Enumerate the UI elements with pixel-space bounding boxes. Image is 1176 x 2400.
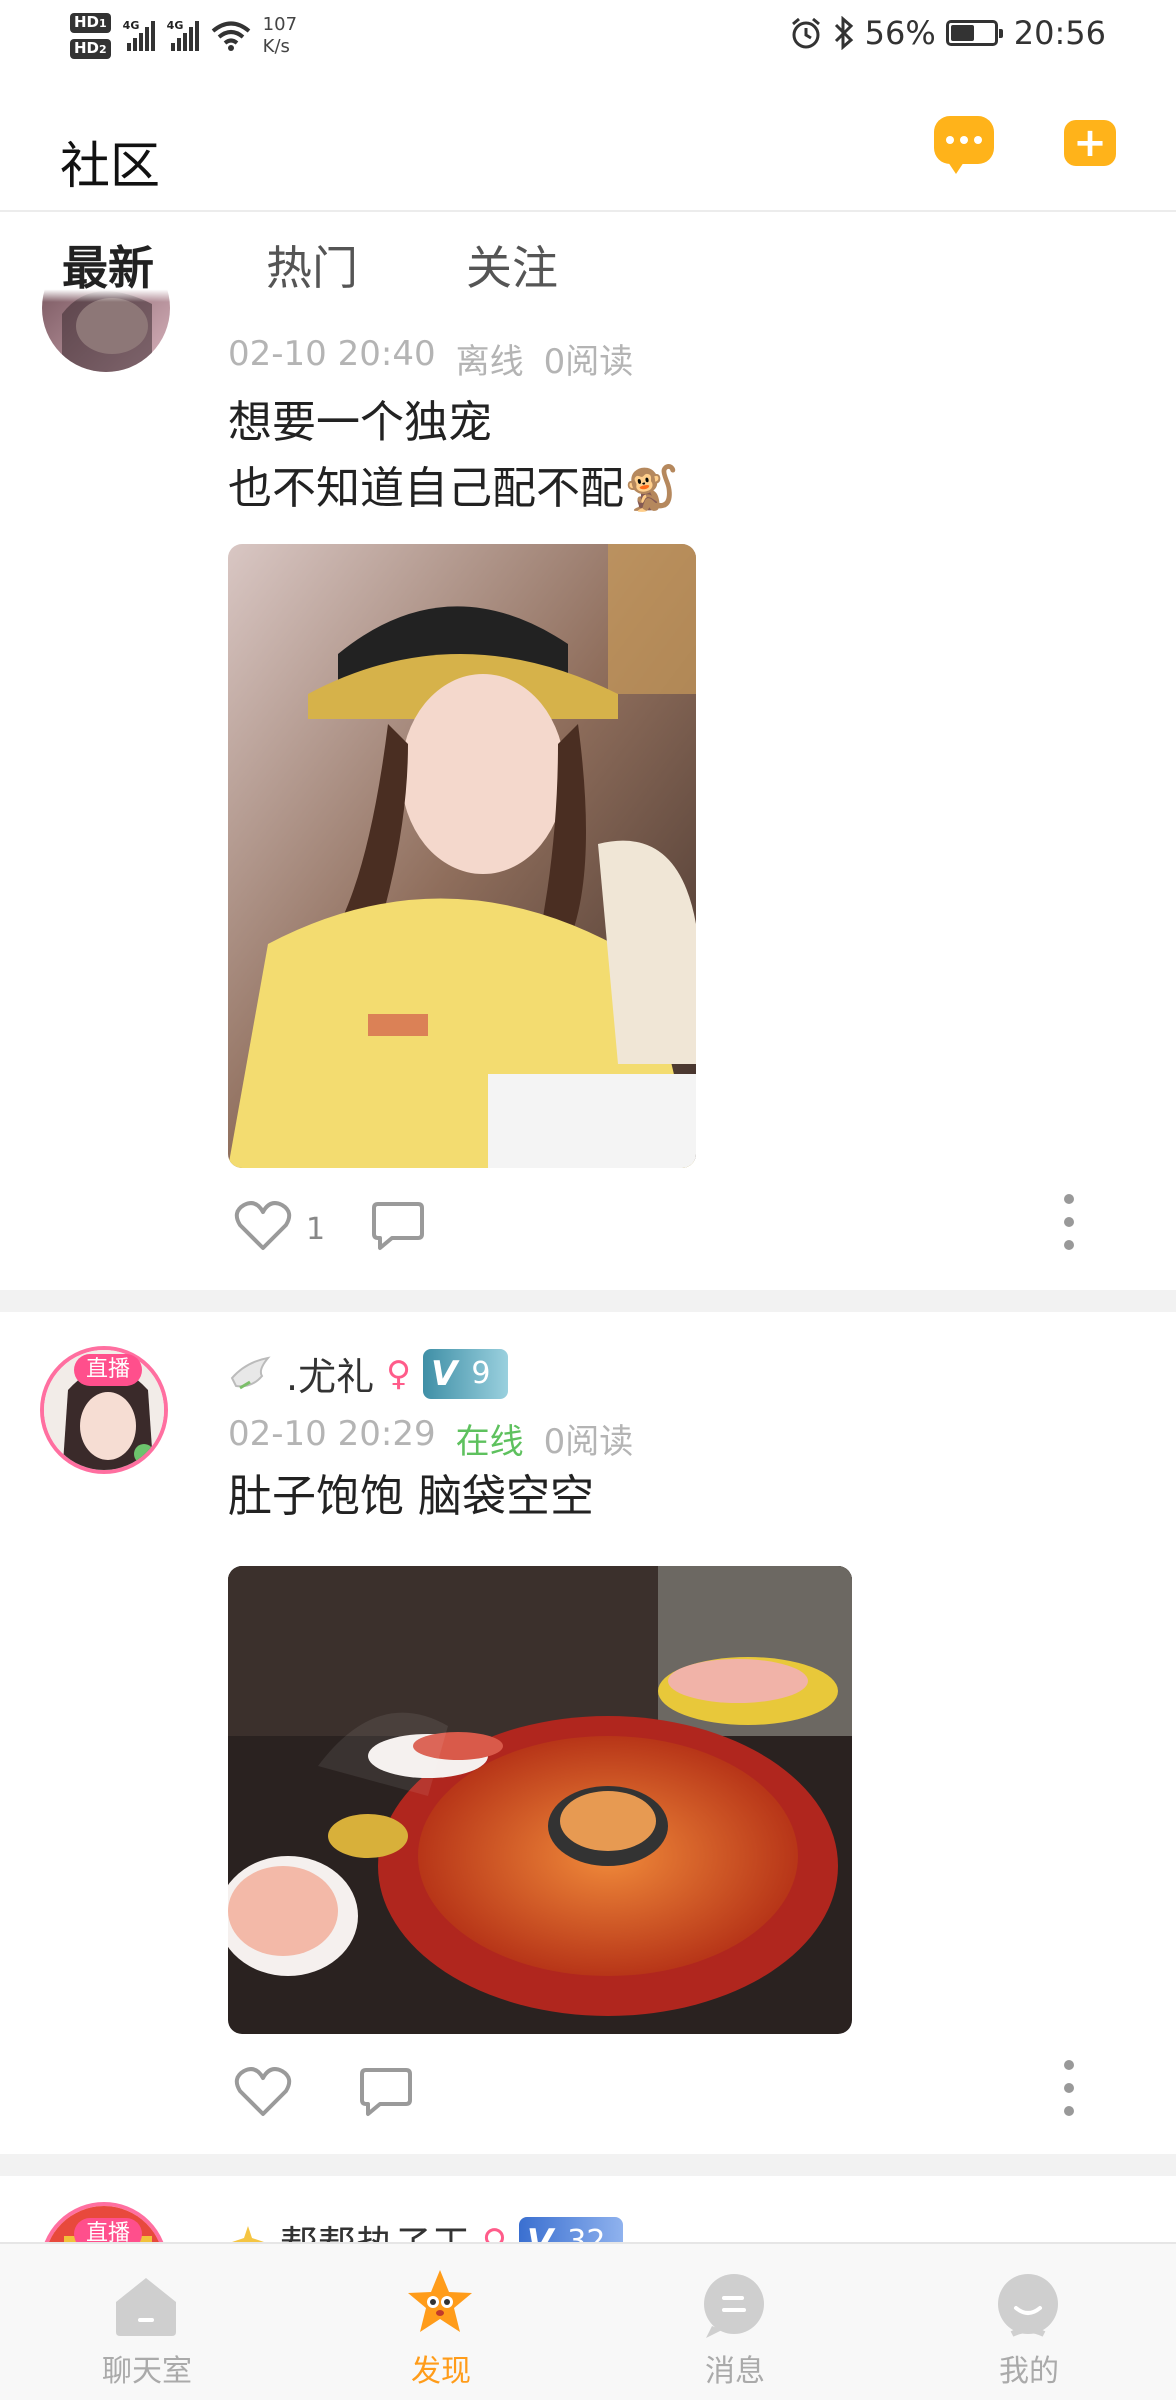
nav-messages[interactable]: 消息 — [588, 2244, 882, 2400]
chat-bubble-icon — [946, 136, 982, 144]
post-text: 想要一个独宠 也不知道自己配不配🐒 — [228, 390, 679, 522]
more-options-icon[interactable] — [1064, 2060, 1074, 2116]
tab-latest[interactable]: 最新 — [62, 232, 154, 298]
user-name[interactable]: .尤礼 — [286, 1346, 374, 1401]
star-face-icon — [408, 2270, 472, 2332]
nav-profile[interactable]: 我的 — [882, 2244, 1176, 2400]
post-photo[interactable] — [228, 1566, 852, 2034]
dove-icon — [230, 1356, 271, 1389]
post-status: 离线 — [455, 342, 524, 382]
nav-label: 发现 — [411, 2354, 471, 2389]
vip-badge: V 32 — [518, 2216, 624, 2243]
post-card: 直播 帮帮热子王 ♀ V 32 — [0, 2176, 1176, 2242]
post-meta: 02-10 20:29 在线 0阅读 — [228, 1414, 633, 1463]
post-meta: 02-10 20:40 离线 0阅读 — [228, 334, 633, 383]
post-actions: 1 — [228, 1194, 1128, 1260]
tab-hot[interactable]: 热门 — [266, 232, 358, 298]
female-icon: ♀ — [482, 2221, 507, 2243]
plus-icon: + — [1073, 120, 1107, 166]
header-divider — [0, 210, 1176, 212]
app-header: 社区 + — [0, 96, 1176, 210]
nav-label: 聊天室 — [102, 2354, 192, 2389]
post-card: 直播 .尤礼 ♀ V 9 02-10 20:29 在线 0阅读 肚子饱饱 脑袋空… — [0, 1312, 1176, 2152]
status-left: HD1 HD2 4G 4G 107 K/s — [70, 8, 297, 64]
nav-label: 我的 — [999, 2354, 1059, 2389]
post-text-line: 也不知道自己配不配🐒 — [228, 463, 679, 514]
alarm-icon — [791, 17, 820, 49]
user-row: 帮帮热子王 ♀ V 32 — [228, 2214, 624, 2243]
post-card: 02-10 20:40 离线 0阅读 想要一个独宠 也不知道自己配不配🐒 1 — [0, 244, 1176, 1288]
post-text: 肚子饱饱 脑袋空空 — [228, 1464, 594, 1530]
network-speed: 107 K/s — [262, 14, 298, 57]
hd1-badge: HD1 — [70, 13, 111, 33]
clock: 20:56 — [1013, 14, 1106, 52]
profile-icon — [998, 2274, 1058, 2337]
comment-icon[interactable] — [370, 1200, 426, 1252]
status-right: 56% 20:56 — [789, 14, 1106, 52]
hd-indicators: HD1 HD2 — [70, 13, 111, 59]
post-status: 在线 — [455, 1422, 524, 1462]
post-actions — [228, 2060, 1128, 2126]
vip-icon: V — [431, 1353, 458, 1394]
status-bar: HD1 HD2 4G 4G 107 K/s 56% 20:56 — [0, 0, 1176, 72]
comment-icon[interactable] — [358, 2066, 414, 2118]
page-title: 社区 — [60, 137, 160, 195]
bottom-nav: 聊天室 发现 消息 我的 — [0, 2242, 1176, 2400]
post-text-line: 想要一个独宠 — [228, 397, 492, 448]
vip-badge: V 9 — [423, 1348, 509, 1399]
heart-icon[interactable] — [234, 1200, 292, 1252]
vip-level: 9 — [471, 1356, 491, 1391]
live-badge: 直播 — [74, 1354, 143, 1386]
nav-discover[interactable]: 发现 — [294, 2244, 588, 2400]
signal-icon-1: 4G — [123, 19, 155, 51]
tab-following[interactable]: 关注 — [466, 232, 558, 298]
like-count: 1 — [306, 1212, 326, 1247]
sparkle-icon — [232, 2225, 264, 2242]
wifi-icon — [211, 21, 250, 51]
more-options-icon[interactable] — [1064, 1194, 1074, 1250]
post-text-line: 肚子饱饱 脑袋空空 — [228, 1471, 594, 1522]
nav-chatroom[interactable]: 聊天室 — [0, 2244, 294, 2400]
vip-icon: V — [526, 2221, 554, 2243]
vip-level: 32 — [567, 2224, 606, 2242]
post-separator — [0, 1290, 1176, 1312]
post-time: 02-10 20:29 — [228, 1414, 436, 1454]
post-separator — [0, 2154, 1176, 2176]
nav-label: 消息 — [705, 2354, 765, 2389]
post-time: 02-10 20:40 — [228, 334, 436, 374]
home-icon — [116, 2278, 176, 2336]
user-row: .尤礼 ♀ V 9 — [228, 1346, 509, 1401]
post-reads: 0阅读 — [543, 1422, 634, 1462]
user-name[interactable]: 帮帮热子王 — [280, 2214, 470, 2242]
bluetooth-icon — [834, 16, 853, 50]
hd2-badge: HD2 — [70, 39, 111, 59]
feed-tabs: 最新 热门 关注 — [0, 232, 1176, 302]
post-reads: 0阅读 — [543, 342, 634, 382]
battery-icon — [945, 20, 1003, 46]
heart-icon[interactable] — [234, 2066, 292, 2118]
female-icon: ♀ — [386, 1353, 411, 1394]
post-photo[interactable] — [228, 544, 696, 1168]
message-icon — [704, 2274, 764, 2338]
live-badge: 直播 — [74, 2218, 143, 2242]
chat-button[interactable] — [934, 116, 994, 174]
signal-icon-2: 4G — [167, 19, 199, 51]
add-post-button[interactable]: + — [1064, 120, 1116, 166]
battery-percent: 56% — [864, 14, 936, 52]
